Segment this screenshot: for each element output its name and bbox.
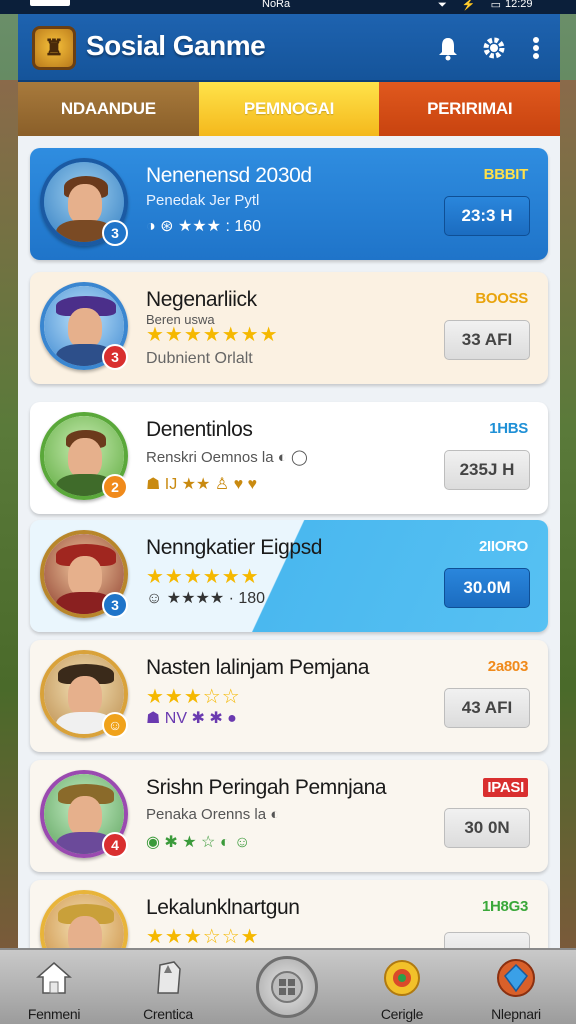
- player-value-button[interactable]: 23:3 H: [444, 196, 530, 236]
- nav-item-gem[interactable]: Nlepnari: [476, 958, 556, 1024]
- notification-bell-icon[interactable]: [432, 32, 464, 64]
- level-badge: 3: [102, 344, 128, 370]
- gem-icon: [496, 958, 536, 998]
- player-stats: ◉ ✱ ★ ☆ ◐ ☺: [146, 834, 251, 851]
- player-card[interactable]: 3 Nenenensd 2030d Penedak Jer Pytl ◑ ⊛ ★…: [30, 148, 548, 260]
- player-stats: ◑ ⊛ ★★★ : 160: [146, 218, 262, 235]
- player-stats: ☺ ★★★★ · 180: [146, 590, 266, 607]
- player-stars: ★★★☆☆★: [146, 926, 260, 948]
- player-card[interactable]: ☺ Nasten lalinjam Pemjana ★★★☆☆ ☗ NV ✱ ✱…: [30, 640, 548, 752]
- tab-second[interactable]: PEMNOGAI: [198, 82, 380, 136]
- player-value-button[interactable]: 33 AFI: [444, 320, 530, 360]
- player-value-button[interactable]: 30 0N: [444, 808, 530, 848]
- game-logo-icon[interactable]: ♜: [32, 26, 76, 70]
- player-value-button[interactable]: 43 AFI: [444, 688, 530, 728]
- player-value-button[interactable]: [444, 932, 530, 948]
- player-name: Negenarliick: [146, 288, 257, 311]
- bottom-navigation: Fenmeni Crentica Cerigle Nlepnari: [0, 948, 576, 1024]
- player-tag: IPASI: [483, 778, 528, 797]
- player-tag: 1H8G3: [481, 898, 528, 915]
- background-left-scenery: [0, 80, 18, 950]
- app-header: ♜ Sosial Ganme: [18, 14, 560, 82]
- nav-item-cards[interactable]: Crentica: [128, 958, 208, 1024]
- level-badge: ☺: [102, 712, 128, 738]
- player-value-button[interactable]: 30.0M: [444, 568, 530, 608]
- player-stats: Dubnient Orlalt: [146, 350, 253, 367]
- nav-label: Fenmeni: [27, 1006, 81, 1022]
- player-subtitle: Penaka Orenns la ◐: [146, 806, 280, 823]
- nav-label: Nlepnari: [491, 1006, 541, 1022]
- player-name: Nasten lalinjam Pemjana: [146, 656, 370, 679]
- nav-label: Crentica: [143, 1006, 193, 1022]
- player-name: Nenenensd 2030d: [146, 164, 312, 187]
- nav-item-treasure[interactable]: Cerigle: [362, 958, 442, 1024]
- player-stats: ☗ NV ✱ ✱ ●: [146, 710, 237, 727]
- player-card[interactable]: Lekalunklnartgun ★★★☆☆★ 1H8G3: [30, 880, 548, 948]
- category-tabs: NDAANDUE PEMNOGAI PERIRIMAI: [18, 82, 561, 136]
- status-bar: NoRa ⏷ ⚡ ▭ 12:29: [0, 0, 576, 14]
- nav-label: Cerigle: [380, 1006, 424, 1022]
- status-left-indicator: [30, 0, 70, 6]
- player-value-button[interactable]: 235J H: [444, 450, 530, 490]
- player-subtitle: Penedak Jer Pytl: [146, 192, 260, 209]
- player-tag: 2IIORO: [478, 538, 528, 555]
- center-action-icon[interactable]: [256, 956, 318, 1018]
- player-tag: 2a803: [487, 658, 529, 675]
- settings-gear-icon[interactable]: [478, 32, 510, 64]
- treasure-icon: [382, 958, 422, 998]
- player-name: Denentinlos: [146, 418, 253, 441]
- player-stars: ★★★☆☆: [146, 686, 241, 708]
- player-card[interactable]: 4 Srishn Peringah Pemnjana Penaka Orenns…: [30, 760, 548, 872]
- player-list: 3 Nenenensd 2030d Penedak Jer Pytl ◑ ⊛ ★…: [18, 136, 560, 948]
- player-subtitle: Renskri Oemnos la ◐ ◯: [146, 449, 308, 466]
- player-name: Lekalunklnartgun: [146, 896, 300, 919]
- player-avatar: [40, 890, 128, 948]
- player-stars: ★★★★★★★: [146, 324, 279, 346]
- player-stars: ★★★★★★: [146, 566, 260, 588]
- player-tag: 1HBS: [489, 420, 528, 437]
- status-carrier: NoRa: [262, 0, 291, 10]
- level-badge: 3: [102, 592, 128, 618]
- level-badge: 2: [102, 474, 128, 500]
- level-badge: 3: [102, 220, 128, 246]
- player-stats: ☗ IJ ★★ ♙ ♥ ♥: [146, 476, 258, 493]
- player-card[interactable]: 3 Negenarliick Beren uswa ★★★★★★★ Dubnie…: [30, 272, 548, 384]
- tab-third[interactable]: PERIRIMAI: [379, 82, 561, 136]
- player-card[interactable]: 2 Denentinlos Renskri Oemnos la ◐ ◯ ☗ IJ…: [30, 402, 548, 514]
- player-tag: BBBIT: [483, 166, 529, 183]
- tab-first[interactable]: NDAANDUE: [18, 82, 199, 136]
- player-card[interactable]: 3 Nenngkatier Eigpsd ★★★★★★ ☺ ★★★★ · 180…: [30, 520, 548, 632]
- cards-icon: [148, 958, 188, 998]
- status-time: 12:29: [505, 0, 533, 10]
- status-icons: ⏷ ⚡ ▭: [438, 0, 508, 11]
- level-badge: 4: [102, 832, 128, 858]
- nav-item-home[interactable]: Fenmeni: [14, 958, 94, 1024]
- player-name: Nenngkatier Eigpsd: [146, 536, 323, 559]
- more-options-icon[interactable]: [520, 32, 552, 64]
- home-icon: [34, 958, 74, 998]
- background-right-scenery: [558, 80, 576, 950]
- app-title: Sosial Ganme: [86, 30, 266, 61]
- player-name: Srishn Peringah Pemnjana: [146, 776, 387, 799]
- player-tag: BOOSS: [475, 290, 528, 307]
